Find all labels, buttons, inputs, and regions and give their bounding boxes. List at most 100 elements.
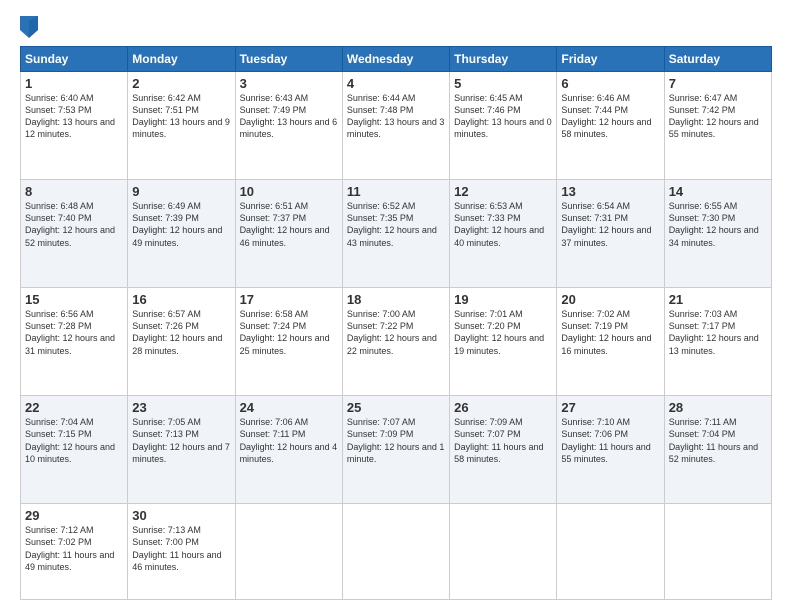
day-number: 9: [132, 184, 230, 199]
header-tuesday: Tuesday: [235, 47, 342, 72]
day-number: 12: [454, 184, 552, 199]
calendar-cell: 7 Sunrise: 6:47 AMSunset: 7:42 PMDayligh…: [664, 72, 771, 180]
cell-info: Sunrise: 6:57 AMSunset: 7:26 PMDaylight:…: [132, 309, 222, 355]
day-number: 6: [561, 76, 659, 91]
day-number: 24: [240, 400, 338, 415]
calendar-cell: 27 Sunrise: 7:10 AMSunset: 7:06 PMDaylig…: [557, 396, 664, 504]
calendar-cell: [664, 504, 771, 600]
day-number: 14: [669, 184, 767, 199]
logo-icon: [20, 16, 38, 38]
cell-info: Sunrise: 6:43 AMSunset: 7:49 PMDaylight:…: [240, 93, 338, 139]
cell-info: Sunrise: 6:42 AMSunset: 7:51 PMDaylight:…: [132, 93, 230, 139]
cell-info: Sunrise: 6:51 AMSunset: 7:37 PMDaylight:…: [240, 201, 330, 247]
calendar-cell: 19 Sunrise: 7:01 AMSunset: 7:20 PMDaylig…: [450, 288, 557, 396]
cell-info: Sunrise: 7:00 AMSunset: 7:22 PMDaylight:…: [347, 309, 437, 355]
calendar-cell: 2 Sunrise: 6:42 AMSunset: 7:51 PMDayligh…: [128, 72, 235, 180]
cell-info: Sunrise: 6:45 AMSunset: 7:46 PMDaylight:…: [454, 93, 552, 139]
calendar-cell: 15 Sunrise: 6:56 AMSunset: 7:28 PMDaylig…: [21, 288, 128, 396]
day-number: 30: [132, 508, 230, 523]
calendar-week-row: 8 Sunrise: 6:48 AMSunset: 7:40 PMDayligh…: [21, 180, 772, 288]
day-number: 26: [454, 400, 552, 415]
day-number: 2: [132, 76, 230, 91]
cell-info: Sunrise: 6:44 AMSunset: 7:48 PMDaylight:…: [347, 93, 445, 139]
day-number: 23: [132, 400, 230, 415]
day-number: 11: [347, 184, 445, 199]
calendar-cell: 24 Sunrise: 7:06 AMSunset: 7:11 PMDaylig…: [235, 396, 342, 504]
logo: [20, 16, 42, 38]
calendar-cell: [557, 504, 664, 600]
cell-info: Sunrise: 7:05 AMSunset: 7:13 PMDaylight:…: [132, 417, 230, 463]
calendar-cell: 13 Sunrise: 6:54 AMSunset: 7:31 PMDaylig…: [557, 180, 664, 288]
day-number: 22: [25, 400, 123, 415]
calendar-cell: 8 Sunrise: 6:48 AMSunset: 7:40 PMDayligh…: [21, 180, 128, 288]
calendar-cell: 22 Sunrise: 7:04 AMSunset: 7:15 PMDaylig…: [21, 396, 128, 504]
cell-info: Sunrise: 6:55 AMSunset: 7:30 PMDaylight:…: [669, 201, 759, 247]
cell-info: Sunrise: 6:40 AMSunset: 7:53 PMDaylight:…: [25, 93, 115, 139]
header-wednesday: Wednesday: [342, 47, 449, 72]
cell-info: Sunrise: 7:04 AMSunset: 7:15 PMDaylight:…: [25, 417, 115, 463]
cell-info: Sunrise: 7:13 AMSunset: 7:00 PMDaylight:…: [132, 525, 221, 571]
cell-info: Sunrise: 6:49 AMSunset: 7:39 PMDaylight:…: [132, 201, 222, 247]
cell-info: Sunrise: 6:53 AMSunset: 7:33 PMDaylight:…: [454, 201, 544, 247]
day-number: 5: [454, 76, 552, 91]
calendar-cell: 6 Sunrise: 6:46 AMSunset: 7:44 PMDayligh…: [557, 72, 664, 180]
header: [20, 16, 772, 38]
calendar-cell: 5 Sunrise: 6:45 AMSunset: 7:46 PMDayligh…: [450, 72, 557, 180]
calendar-cell: [235, 504, 342, 600]
cell-info: Sunrise: 7:09 AMSunset: 7:07 PMDaylight:…: [454, 417, 543, 463]
calendar-cell: 16 Sunrise: 6:57 AMSunset: 7:26 PMDaylig…: [128, 288, 235, 396]
cell-info: Sunrise: 7:11 AMSunset: 7:04 PMDaylight:…: [669, 417, 758, 463]
calendar-cell: 25 Sunrise: 7:07 AMSunset: 7:09 PMDaylig…: [342, 396, 449, 504]
calendar-cell: 4 Sunrise: 6:44 AMSunset: 7:48 PMDayligh…: [342, 72, 449, 180]
cell-info: Sunrise: 7:07 AMSunset: 7:09 PMDaylight:…: [347, 417, 445, 463]
cell-info: Sunrise: 7:10 AMSunset: 7:06 PMDaylight:…: [561, 417, 650, 463]
day-number: 10: [240, 184, 338, 199]
calendar-cell: 18 Sunrise: 7:00 AMSunset: 7:22 PMDaylig…: [342, 288, 449, 396]
calendar-week-row: 1 Sunrise: 6:40 AMSunset: 7:53 PMDayligh…: [21, 72, 772, 180]
calendar-cell: 20 Sunrise: 7:02 AMSunset: 7:19 PMDaylig…: [557, 288, 664, 396]
day-number: 27: [561, 400, 659, 415]
calendar-cell: 9 Sunrise: 6:49 AMSunset: 7:39 PMDayligh…: [128, 180, 235, 288]
cell-info: Sunrise: 6:48 AMSunset: 7:40 PMDaylight:…: [25, 201, 115, 247]
header-thursday: Thursday: [450, 47, 557, 72]
calendar-cell: 3 Sunrise: 6:43 AMSunset: 7:49 PMDayligh…: [235, 72, 342, 180]
day-number: 18: [347, 292, 445, 307]
day-number: 4: [347, 76, 445, 91]
day-number: 21: [669, 292, 767, 307]
day-number: 19: [454, 292, 552, 307]
day-number: 3: [240, 76, 338, 91]
calendar-header-row: SundayMondayTuesdayWednesdayThursdayFrid…: [21, 47, 772, 72]
header-friday: Friday: [557, 47, 664, 72]
calendar-cell: 29 Sunrise: 7:12 AMSunset: 7:02 PMDaylig…: [21, 504, 128, 600]
header-monday: Monday: [128, 47, 235, 72]
day-number: 17: [240, 292, 338, 307]
cell-info: Sunrise: 7:06 AMSunset: 7:11 PMDaylight:…: [240, 417, 338, 463]
calendar-cell: 23 Sunrise: 7:05 AMSunset: 7:13 PMDaylig…: [128, 396, 235, 504]
cell-info: Sunrise: 6:58 AMSunset: 7:24 PMDaylight:…: [240, 309, 330, 355]
cell-info: Sunrise: 6:56 AMSunset: 7:28 PMDaylight:…: [25, 309, 115, 355]
day-number: 20: [561, 292, 659, 307]
calendar-cell: 28 Sunrise: 7:11 AMSunset: 7:04 PMDaylig…: [664, 396, 771, 504]
calendar-week-row: 15 Sunrise: 6:56 AMSunset: 7:28 PMDaylig…: [21, 288, 772, 396]
calendar-cell: 30 Sunrise: 7:13 AMSunset: 7:00 PMDaylig…: [128, 504, 235, 600]
cell-info: Sunrise: 6:54 AMSunset: 7:31 PMDaylight:…: [561, 201, 651, 247]
cell-info: Sunrise: 7:02 AMSunset: 7:19 PMDaylight:…: [561, 309, 651, 355]
calendar-cell: 10 Sunrise: 6:51 AMSunset: 7:37 PMDaylig…: [235, 180, 342, 288]
cell-info: Sunrise: 7:03 AMSunset: 7:17 PMDaylight:…: [669, 309, 759, 355]
day-number: 7: [669, 76, 767, 91]
calendar-cell: 11 Sunrise: 6:52 AMSunset: 7:35 PMDaylig…: [342, 180, 449, 288]
day-number: 13: [561, 184, 659, 199]
cell-info: Sunrise: 7:12 AMSunset: 7:02 PMDaylight:…: [25, 525, 114, 571]
calendar-cell: 21 Sunrise: 7:03 AMSunset: 7:17 PMDaylig…: [664, 288, 771, 396]
day-number: 28: [669, 400, 767, 415]
day-number: 16: [132, 292, 230, 307]
day-number: 8: [25, 184, 123, 199]
calendar-cell: 17 Sunrise: 6:58 AMSunset: 7:24 PMDaylig…: [235, 288, 342, 396]
calendar-cell: [342, 504, 449, 600]
day-number: 1: [25, 76, 123, 91]
day-number: 25: [347, 400, 445, 415]
cell-info: Sunrise: 7:01 AMSunset: 7:20 PMDaylight:…: [454, 309, 544, 355]
calendar-week-row: 22 Sunrise: 7:04 AMSunset: 7:15 PMDaylig…: [21, 396, 772, 504]
day-number: 29: [25, 508, 123, 523]
page: SundayMondayTuesdayWednesdayThursdayFrid…: [0, 0, 792, 612]
